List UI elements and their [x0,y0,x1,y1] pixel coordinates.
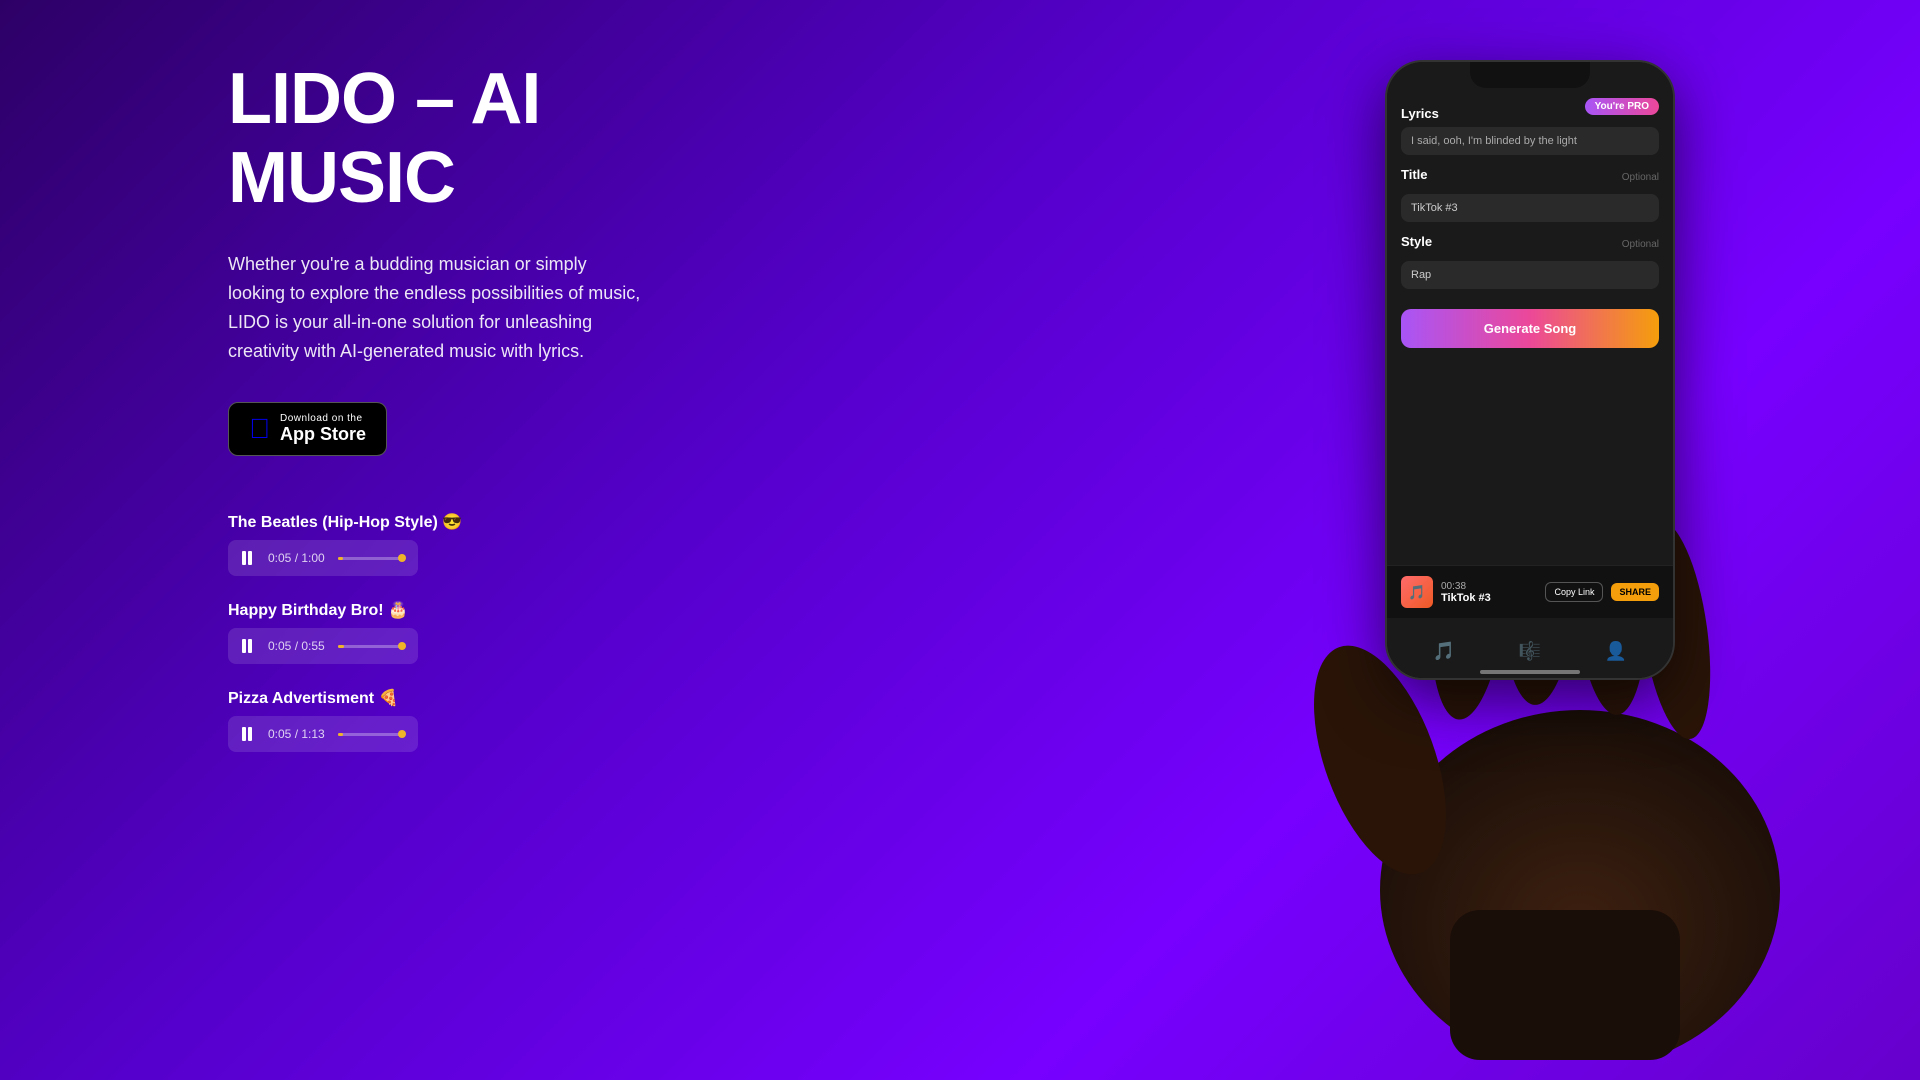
hero-title: LIDO – AI MUSIC [228,60,808,218]
track-item: Happy Birthday Bro! 🎂 0:05 / 0:55 [228,600,808,664]
phone-notch [1470,62,1590,88]
track-title: Pizza Advertisment 🍕 [228,688,808,708]
track-player[interactable]: 0:05 / 1:00 [228,540,418,576]
title-optional: Optional [1622,172,1659,183]
now-playing-time: 00:38 [1441,581,1537,592]
download-on-label: Download on the [280,413,366,424]
pause-icon[interactable] [242,638,258,654]
phone-frame: You're PRO Lyrics I said, ooh, I'm blind… [1385,60,1675,680]
title-label: Title [1401,167,1428,182]
pause-icon[interactable] [242,550,258,566]
apple-icon:  [249,415,270,443]
pause-icon[interactable] [242,726,258,742]
track-progress[interactable] [338,733,404,736]
track-progress[interactable] [338,557,404,560]
now-playing-bar: 🎵 00:38 TikTok #3 Copy Link SHARE [1387,565,1673,618]
track-title: The Beatles (Hip-Hop Style) 😎 [228,512,808,532]
app-store-name: App Store [280,424,366,446]
copy-link-button[interactable]: Copy Link [1545,582,1603,602]
track-title: Happy Birthday Bro! 🎂 [228,600,808,620]
style-optional: Optional [1622,239,1659,250]
track-player[interactable]: 0:05 / 0:55 [228,628,418,664]
track-time: 0:05 / 0:55 [268,639,328,653]
phone-container: You're PRO Lyrics I said, ooh, I'm blind… [1290,60,1770,1020]
now-playing-title: TikTok #3 [1441,592,1537,604]
app-store-button[interactable]:  Download on the App Store [228,402,387,457]
track-time: 0:05 / 1:00 [268,551,328,565]
music-tracks: The Beatles (Hip-Hop Style) 😎 0:05 / 1:0… [228,512,808,752]
home-indicator [1480,670,1580,674]
title-input[interactable]: TikTok #3 [1401,194,1659,222]
track-player[interactable]: 0:05 / 1:13 [228,716,418,752]
now-playing-info: 00:38 TikTok #3 [1441,581,1537,604]
nav-profile-icon[interactable]: 👤 [1605,641,1627,662]
phone-nav: 🎵 🎼 👤 [1387,635,1673,668]
hero-description: Whether you're a budding musician or sim… [228,250,648,365]
generate-song-button[interactable]: Generate Song [1401,309,1659,348]
track-time: 0:05 / 1:13 [268,727,328,741]
share-button[interactable]: SHARE [1611,583,1659,601]
style-input[interactable]: Rap [1401,261,1659,289]
now-playing-thumbnail: 🎵 [1401,576,1433,608]
lyrics-input[interactable]: I said, ooh, I'm blinded by the light [1401,127,1659,155]
style-label: Style [1401,234,1432,249]
left-section: LIDO – AI MUSIC Whether you're a budding… [228,60,808,776]
pro-badge: You're PRO [1585,98,1659,115]
phone-screen: Lyrics I said, ooh, I'm blinded by the l… [1387,62,1673,678]
track-item: Pizza Advertisment 🍕 0:05 / 1:13 [228,688,808,752]
track-progress[interactable] [338,645,404,648]
track-item: The Beatles (Hip-Hop Style) 😎 0:05 / 1:0… [228,512,808,576]
nav-music-icon[interactable]: 🎼 [1519,641,1541,662]
nav-home-icon[interactable]: 🎵 [1433,641,1455,662]
